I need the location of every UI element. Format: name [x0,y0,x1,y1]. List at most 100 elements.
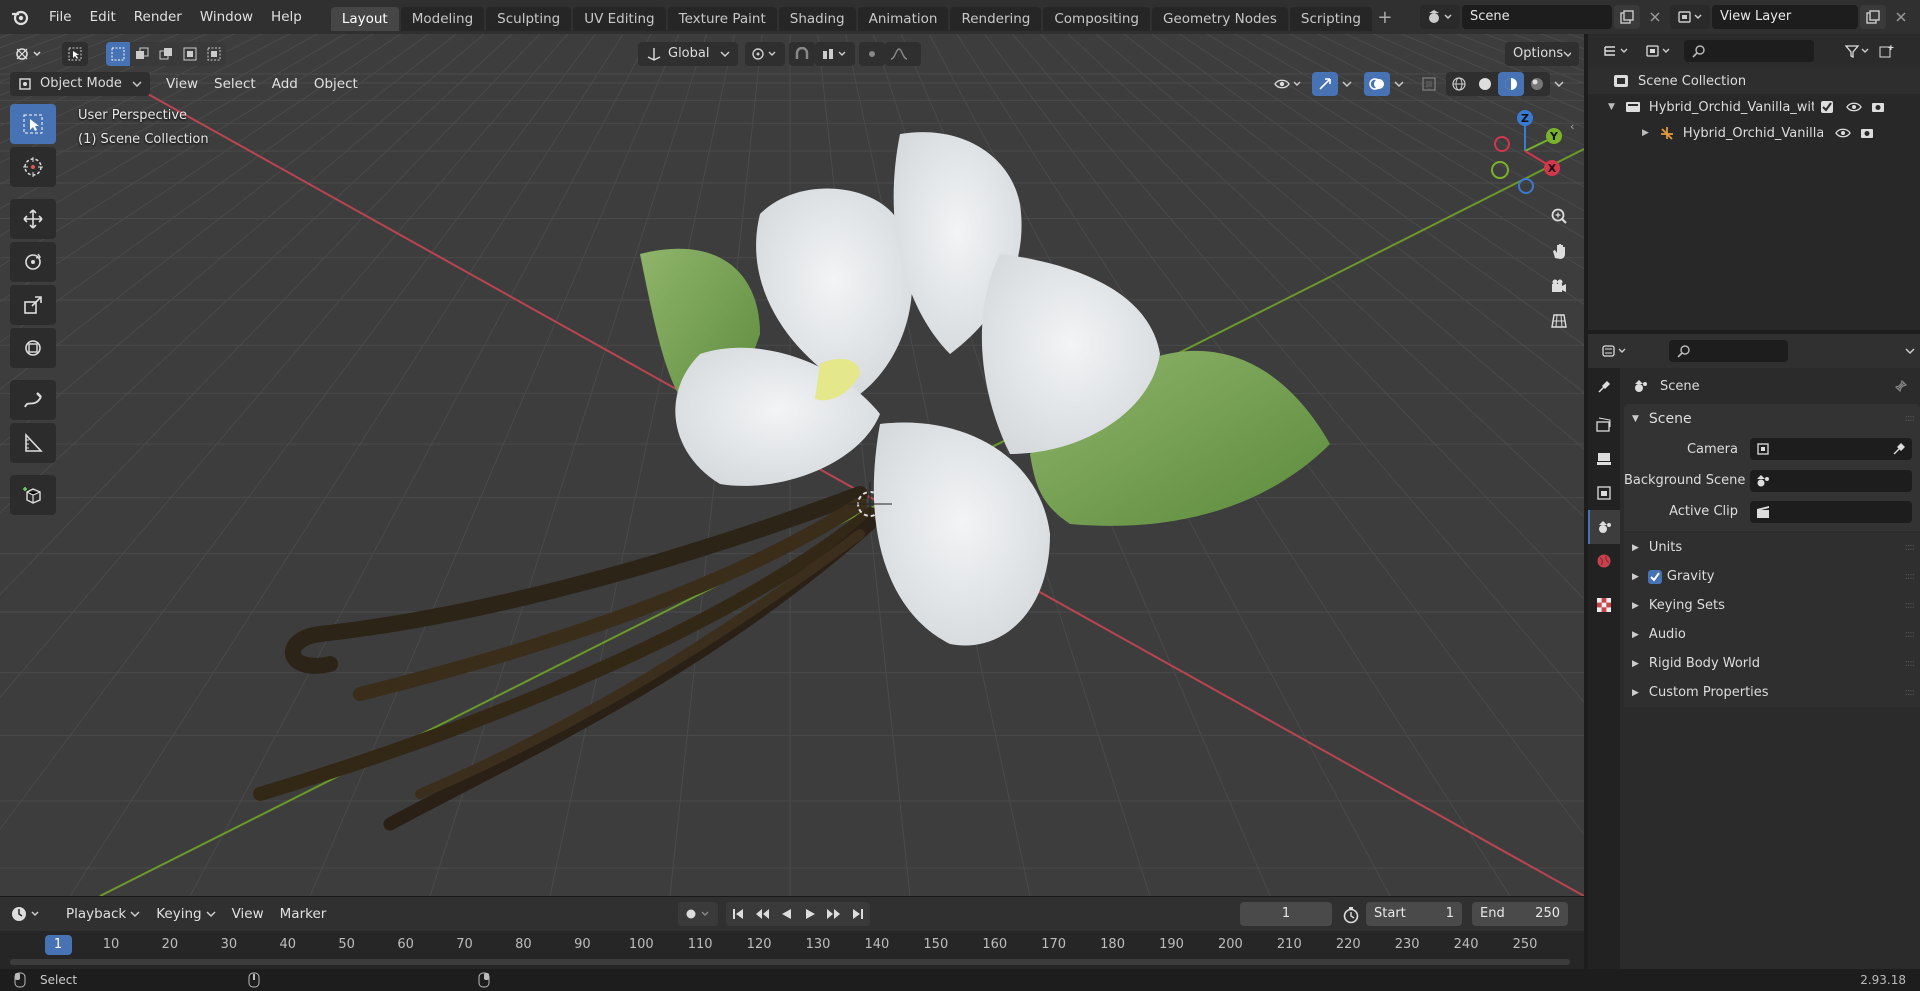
drag-handle-icon[interactable]: :::: [1905,571,1916,582]
proportional-falloff-icon[interactable] [885,42,921,66]
eyedropper-icon[interactable] [1892,442,1906,456]
tab-rendering[interactable]: Rendering [950,7,1042,31]
snap-target-icon[interactable] [815,42,855,66]
jump-start-icon[interactable] [726,902,750,926]
menu-edit[interactable]: Edit [81,0,125,34]
scene-browse-button[interactable] [1420,5,1460,29]
xray-toggle-icon[interactable] [1416,72,1442,96]
tool-transform-icon[interactable] [10,328,56,368]
drag-handle-icon[interactable]: :::: [1905,600,1916,611]
tab-animation[interactable]: Animation [857,7,949,31]
rigid-body-world-panel-header[interactable]: ▶ Rigid Body World :::: [1624,649,1920,678]
render-camera-icon[interactable] [1859,126,1875,140]
mode-set-icon[interactable] [106,42,130,66]
tab-layout[interactable]: Layout [330,7,399,31]
keying-menu[interactable]: Keying [148,902,223,926]
outliner-item-object[interactable]: ▶ Hybrid_Orchid_Vanilla_w [1588,120,1920,146]
new-collection-icon[interactable] [1876,39,1898,63]
object-menu[interactable]: Object [306,72,366,96]
mode-subtract-icon[interactable] [154,42,178,66]
visibility-icon[interactable] [1268,72,1308,96]
scene-name-field[interactable]: Scene [1462,5,1612,29]
shading-solid-icon[interactable] [1472,72,1498,96]
visibility-eye-icon[interactable] [1846,101,1862,113]
blender-logo-icon[interactable] [0,8,40,26]
keying-sets-panel-header[interactable]: ▶ Keying Sets :::: [1624,591,1920,620]
add-workspace-button[interactable]: + [1374,8,1396,30]
pin-icon[interactable] [1894,379,1908,393]
3d-viewport[interactable]: Object Mode View Select Add Object Globa… [0,34,1584,896]
frame-ruler[interactable]: 1 10 20 30 40 50 60 70 80 90 100 110 120 130 140 150 160… [0,931,1584,970]
marker-menu[interactable]: Marker [272,902,335,926]
tab-output-icon[interactable] [1588,442,1620,476]
units-panel-header[interactable]: ▶ Units :::: [1624,533,1920,562]
tool-rotate-icon[interactable] [10,242,56,282]
view-layer-browse-button[interactable] [1670,5,1710,29]
editor-type-button[interactable] [10,42,48,66]
ortho-grid-icon[interactable] [1543,305,1575,337]
options-button[interactable]: Options [1505,42,1579,66]
menu-help[interactable]: Help [262,0,311,34]
jump-keyframe-back-icon[interactable] [750,902,774,926]
tool-scale-icon[interactable] [10,285,56,325]
shading-wireframe-icon[interactable] [1446,72,1472,96]
proportional-editing-icon[interactable] [859,42,885,66]
play-reverse-icon[interactable] [774,902,798,926]
select-tweak-icon[interactable] [62,42,88,66]
current-frame-field[interactable]: 1 [1240,902,1332,926]
drag-handle-icon[interactable]: :::: [1905,658,1916,669]
shading-rendered-icon[interactable] [1524,72,1550,96]
pivot-point-icon[interactable] [745,42,785,66]
navigation-gizmo[interactable]: Z Y X [1480,106,1570,196]
viewport-scene[interactable] [0,34,1584,896]
pan-hand-icon[interactable] [1543,235,1575,267]
menu-render[interactable]: Render [125,0,191,34]
gizmo-dropdown-icon[interactable] [1338,72,1356,96]
properties-options-icon[interactable] [1900,339,1920,363]
outliner-item-collection[interactable]: ▼ Hybrid_Orchid_Vanilla_with_V [1588,94,1920,120]
preview-range-icon[interactable] [1342,906,1360,924]
tab-tool-icon[interactable] [1588,370,1620,404]
custom-properties-panel-header[interactable]: ▶ Custom Properties :::: [1624,678,1920,707]
tab-scene-icon[interactable] [1588,510,1620,544]
properties-editor-type-icon[interactable] [1598,339,1633,363]
camera-field[interactable] [1750,438,1912,460]
shading-material-icon[interactable] [1498,72,1524,96]
scene-collection-row[interactable]: Scene Collection [1588,68,1920,94]
overlays-toggle-icon[interactable] [1364,72,1390,96]
properties-search-input[interactable] [1668,340,1789,362]
tool-cursor-icon[interactable] [10,147,56,187]
tool-annotate-icon[interactable] [10,380,56,420]
tab-world-icon[interactable] [1588,544,1620,578]
transform-orientation-dropdown[interactable]: Global [638,42,738,66]
auto-keying-icon[interactable] [678,902,718,926]
delete-scene-icon[interactable] [1642,5,1668,29]
delete-view-layer-icon[interactable] [1888,5,1914,29]
drag-handle-icon[interactable]: :::: [1905,629,1916,640]
camera-view-icon[interactable] [1543,270,1575,302]
tab-texture-paint[interactable]: Texture Paint [667,7,777,31]
visibility-eye-icon[interactable] [1835,127,1851,139]
render-camera-icon[interactable] [1870,100,1886,114]
background-scene-field[interactable] [1750,469,1912,492]
drag-handle-icon[interactable]: :::: [1905,542,1916,553]
tab-sculpting[interactable]: Sculpting [486,7,572,31]
tab-render-icon[interactable] [1588,408,1620,442]
new-scene-icon[interactable] [1614,5,1640,29]
mode-invert-icon[interactable] [178,42,202,66]
overlays-dropdown-icon[interactable] [1390,72,1408,96]
tab-uv-editing[interactable]: UV Editing [573,7,666,31]
timeline-editor-type-button[interactable] [10,905,46,923]
exclude-checkbox-icon[interactable] [1820,100,1834,114]
add-menu[interactable]: Add [264,72,306,96]
object-mode-dropdown[interactable]: Object Mode [10,72,150,96]
menu-window[interactable]: Window [191,0,262,34]
playback-menu[interactable]: Playback [58,902,148,926]
select-menu[interactable]: Select [206,72,264,96]
tab-geometry-nodes[interactable]: Geometry Nodes [1152,7,1288,31]
end-frame-field[interactable]: End 250 [1472,902,1568,926]
start-frame-field[interactable]: Start 1 [1366,902,1462,926]
gizmo-toggle-icon[interactable] [1312,72,1338,96]
view-layer-name-field[interactable]: View Layer [1712,5,1858,29]
jump-keyframe-forward-icon[interactable] [822,902,846,926]
